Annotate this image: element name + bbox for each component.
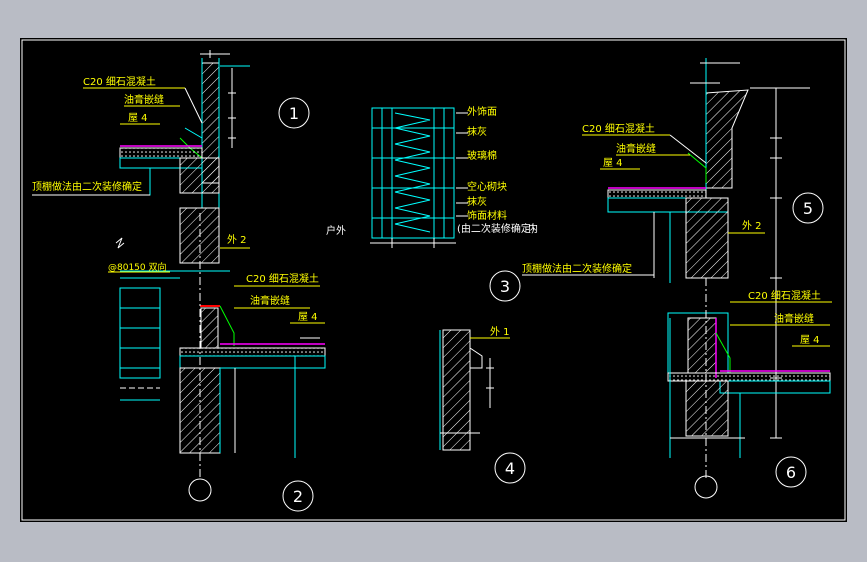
detail-number-3: 3 xyxy=(500,277,510,296)
detail-number-2: 2 xyxy=(293,487,303,506)
label-ext2-right: 外 2 xyxy=(742,220,762,232)
label-roof4-left2: 屋 4 xyxy=(298,311,318,323)
roof-slab-lower xyxy=(179,347,326,357)
parapet-upper-right xyxy=(705,89,749,189)
detail-number-5: 5 xyxy=(803,199,813,218)
label-seal-right2: 油膏嵌缝 xyxy=(774,312,814,325)
label-ext1: 外 1 xyxy=(490,326,510,338)
label-c20-right: C20 细石混凝土 xyxy=(582,122,655,135)
label-ceiling-left: 顶棚做法由二次装修确定 xyxy=(32,180,142,193)
label-finish-material: 饰面材料 xyxy=(467,209,507,222)
detail-number-4: 4 xyxy=(505,459,515,478)
label-roof4-left: 屋 4 xyxy=(128,112,148,124)
wall-upper-right xyxy=(685,197,729,279)
detail-number-6: 6 xyxy=(786,463,796,482)
label-wall-finish: 外饰面 xyxy=(467,105,497,118)
label-glass-wool: 玻璃棉 xyxy=(467,149,497,162)
roof-slab-upper xyxy=(119,147,203,159)
label-plaster1: 抹灰 xyxy=(467,125,487,138)
cad-drawing: C20 细石混凝土 油膏嵌缝 屋 4 顶棚做法由二次装修确定 外 2 @8015… xyxy=(21,39,846,521)
detail-4-group xyxy=(439,329,510,451)
label-plaster2: 抹灰 xyxy=(467,195,487,208)
axis-bubble-right xyxy=(694,475,718,499)
label-band150: @80150 双向 xyxy=(108,261,167,273)
drawing-canvas[interactable]: C20 细石混凝土 油膏嵌缝 屋 4 顶棚做法由二次装修确定 外 2 @8015… xyxy=(20,38,847,522)
label-c20-left: C20 细石混凝土 xyxy=(83,75,156,88)
label-seal-right: 油膏嵌缝 xyxy=(616,142,656,155)
label-interior-side: 内 xyxy=(528,222,538,235)
label-roof4-right: 屋 4 xyxy=(603,157,623,169)
column-lower-right xyxy=(685,380,729,437)
axis-bubble-left xyxy=(188,478,212,502)
detail-3-group xyxy=(370,107,468,248)
label-seal-left2: 油膏嵌缝 xyxy=(250,294,290,307)
label-ceiling-right: 顶棚做法由二次装修确定 xyxy=(522,262,632,275)
label-exterior-side: 户外 xyxy=(326,224,346,237)
label-seal-left: 油膏嵌缝 xyxy=(124,93,164,106)
detail-number-1: 1 xyxy=(289,104,299,123)
label-roof4-right2: 屋 4 xyxy=(800,334,820,346)
label-c20-right2: C20 细石混凝土 xyxy=(748,289,821,302)
label-by-decoration: (由二次装修确定) xyxy=(457,222,535,235)
label-c20-left2: C20 细石混凝土 xyxy=(246,272,319,285)
label-ext2-left: 外 2 xyxy=(227,234,247,246)
label-hollow-block: 空心砌块 xyxy=(467,180,507,193)
